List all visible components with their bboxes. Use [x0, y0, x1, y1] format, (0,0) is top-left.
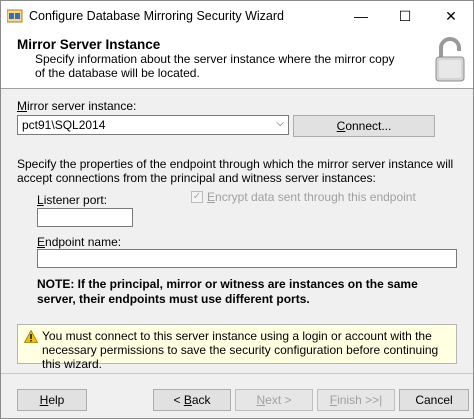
page-description: Specify information about the server ins… — [35, 52, 395, 80]
back-button[interactable]: < Back — [153, 389, 231, 411]
note-text: NOTE: If the principal, mirror or witnes… — [37, 277, 418, 306]
endpoint-name-input[interactable] — [37, 249, 457, 268]
endpoint-instructions: Specify the properties of the endpoint t… — [17, 157, 454, 185]
mirror-instance-label: Mirror server instance: — [17, 99, 137, 113]
warning-icon — [24, 330, 38, 343]
mirror-instance-value: pct91\SQL2014 — [22, 118, 106, 132]
listener-port-label: Listener port: — [37, 193, 108, 207]
next-button[interactable]: Next > — [235, 389, 313, 411]
encrypt-label: Encrypt data sent through this endpoint — [207, 190, 416, 204]
close-button[interactable]: ✕ — [429, 1, 473, 31]
lock-icon — [435, 37, 465, 82]
window-title: Configure Database Mirroring Security Wi… — [29, 9, 284, 23]
help-button[interactable]: Help — [17, 389, 87, 411]
finish-button[interactable]: Finish >>| — [317, 389, 395, 411]
page-title: Mirror Server Instance — [17, 37, 161, 52]
minimize-button[interactable]: — — [339, 1, 383, 31]
endpoint-name-label: Endpoint name: — [37, 235, 122, 249]
maximize-button[interactable]: ☐ — [383, 1, 427, 31]
database-wizard-icon — [7, 9, 23, 23]
connect-button[interactable]: Connect... — [293, 115, 435, 137]
listener-port-input[interactable] — [37, 208, 133, 227]
warning-message: You must connect to this server instance… — [17, 324, 457, 371]
wizard-header: Mirror Server Instance Specify informati… — [1, 31, 473, 89]
mirror-instance-select[interactable]: pct91\SQL2014 ⌵ — [17, 115, 289, 135]
chevron-down-icon[interactable]: ⌵ — [276, 118, 284, 129]
footer-divider — [1, 373, 473, 374]
warning-text: You must connect to this server instance… — [42, 329, 439, 371]
cancel-button[interactable]: Cancel — [399, 389, 469, 411]
wizard-window: Configure Database Mirroring Security Wi… — [0, 0, 474, 419]
title-bar: Configure Database Mirroring Security Wi… — [1, 1, 473, 31]
encrypt-checkbox[interactable]: ✓ — [191, 191, 203, 203]
